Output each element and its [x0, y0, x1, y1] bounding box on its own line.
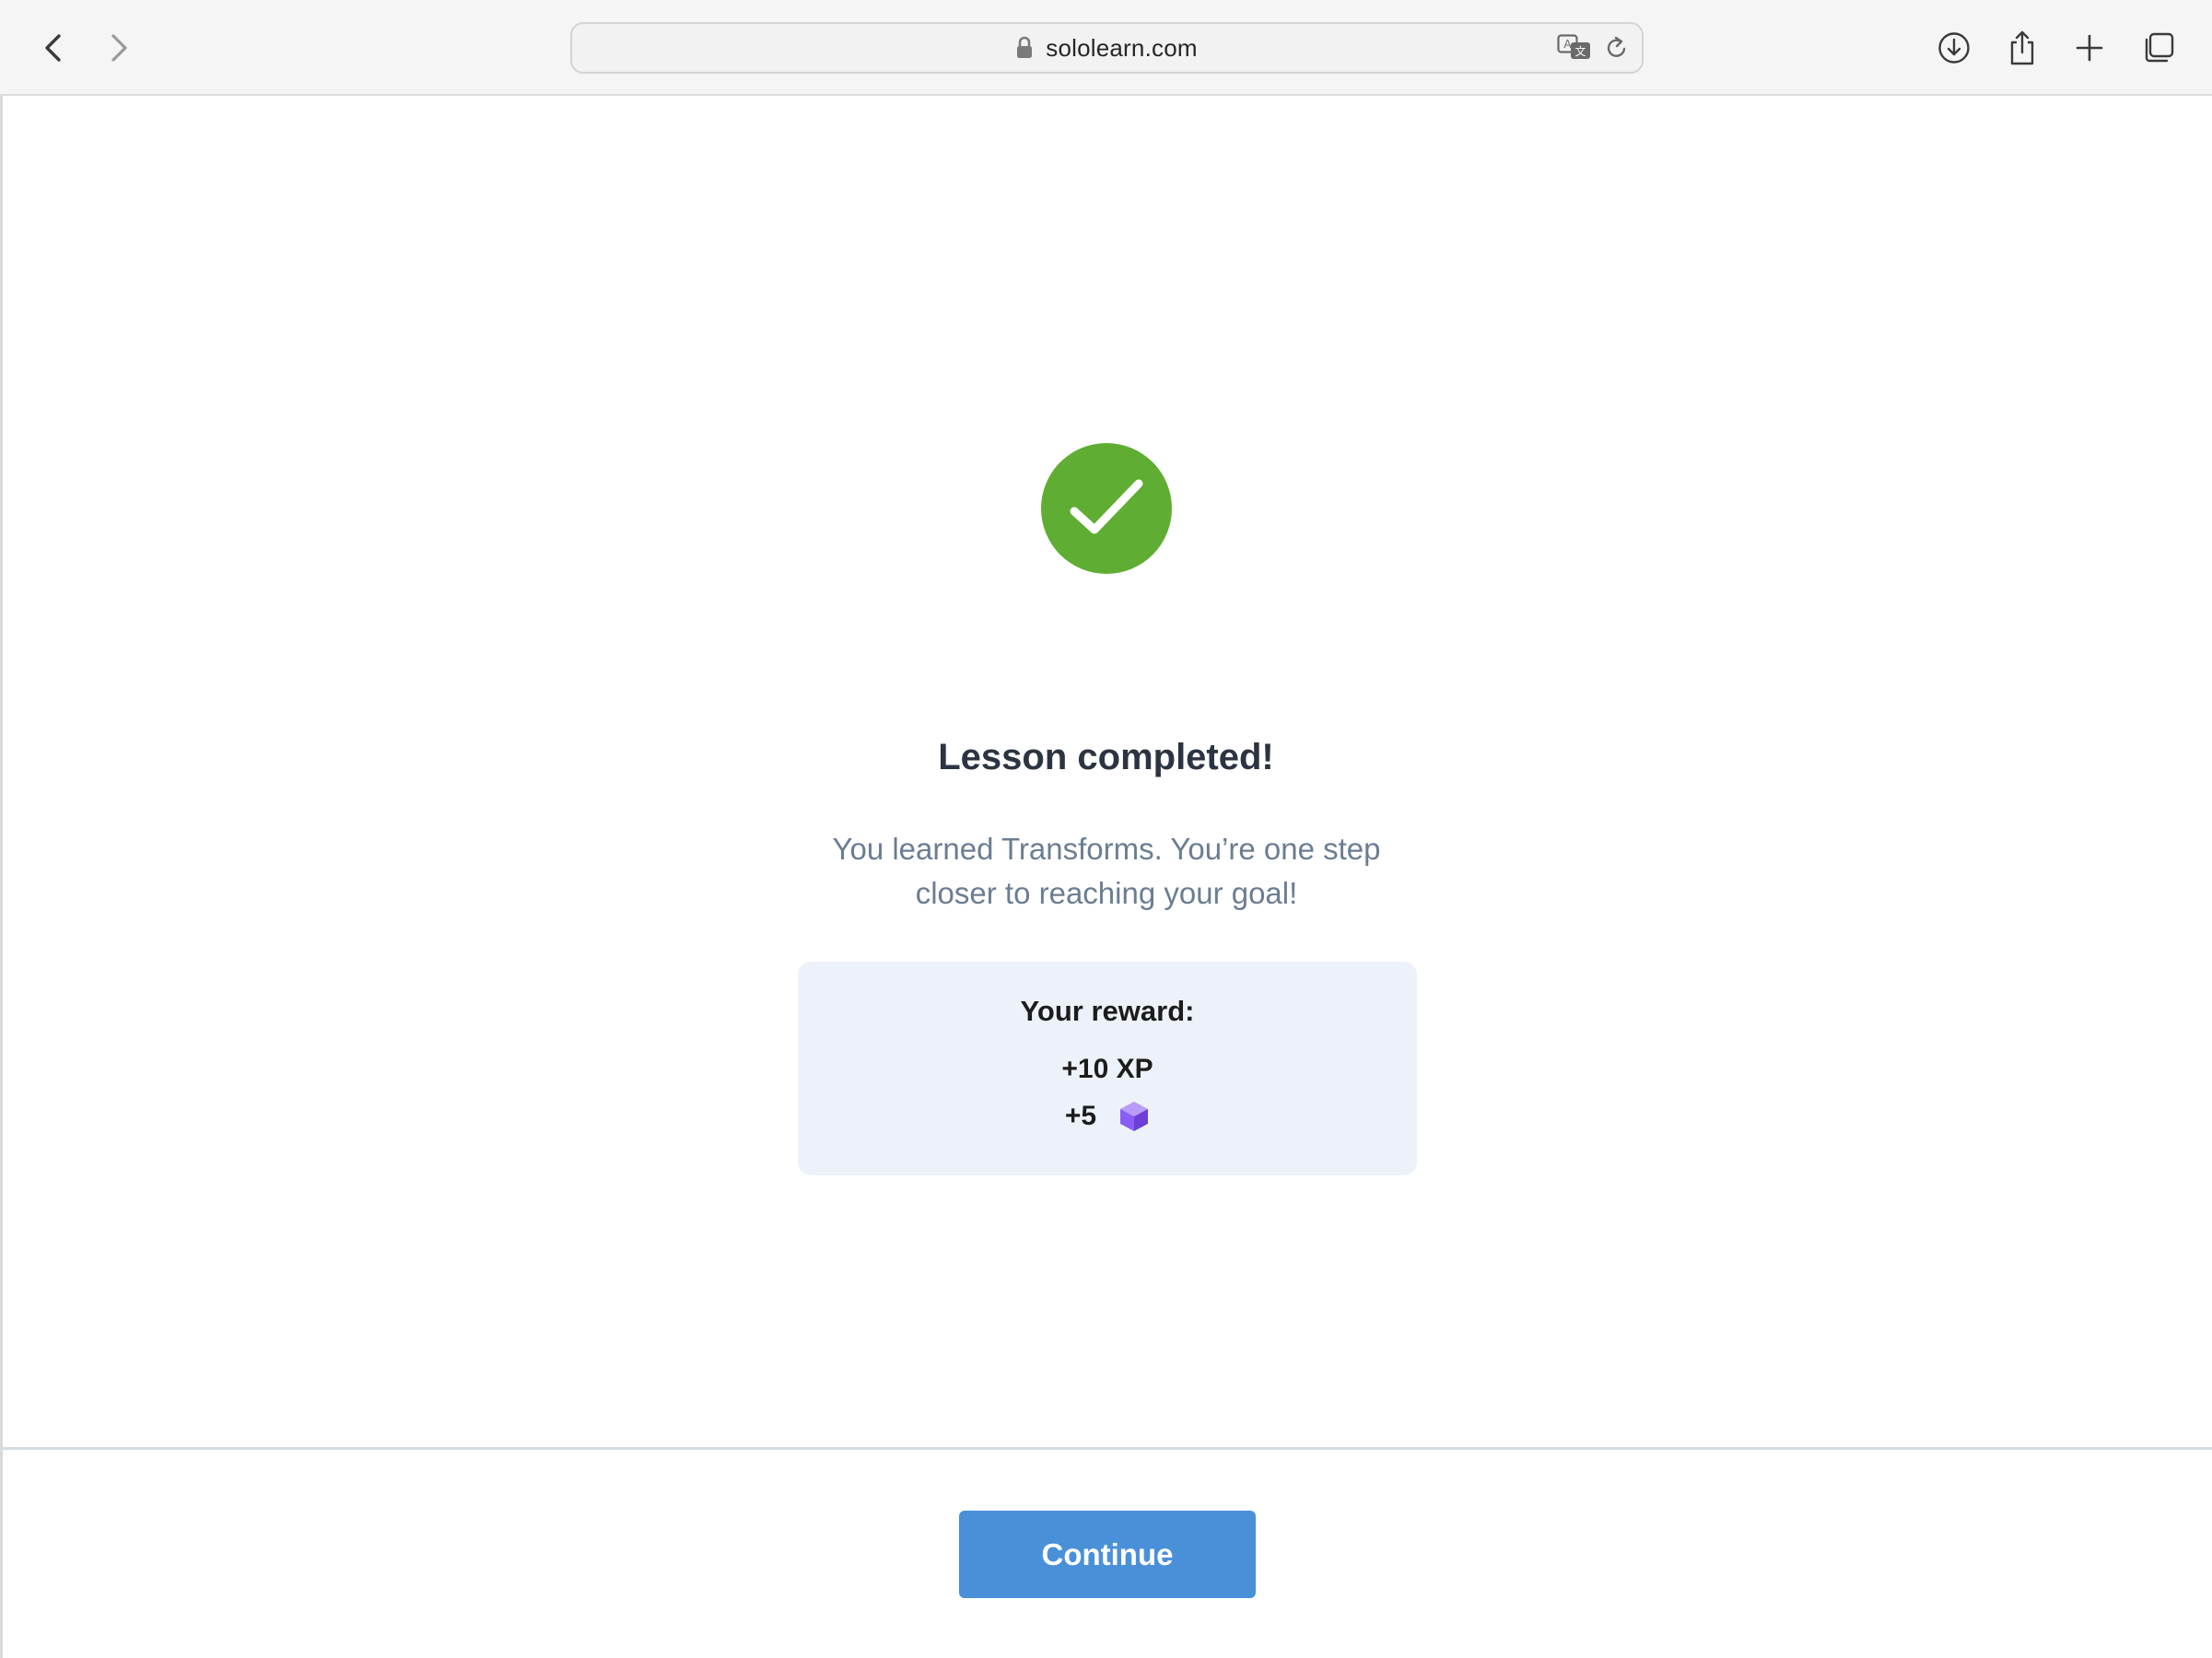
- checkmark-icon: [1070, 479, 1143, 534]
- window-edge: [0, 96, 3, 1658]
- chevron-left-icon: [45, 34, 61, 62]
- reload-icon[interactable]: [1605, 35, 1629, 61]
- reward-xp: +10 XP: [1061, 1054, 1153, 1084]
- reward-title: Your reward:: [1020, 995, 1195, 1027]
- share-button[interactable]: [1996, 22, 2048, 74]
- continue-button[interactable]: Continue: [959, 1511, 1256, 1598]
- reward-card: Your reward: +10 XP +5: [798, 962, 1417, 1175]
- forward-button[interactable]: [93, 22, 145, 74]
- svg-text:文: 文: [1574, 44, 1586, 58]
- url-text[interactable]: sololearn.com: [1046, 34, 1197, 63]
- tabs-overview-button[interactable]: [2133, 22, 2184, 74]
- reward-gems-value: +5: [1064, 1101, 1097, 1131]
- browser-toolbar: sololearn.com A 文: [0, 0, 2212, 96]
- gem-cube-icon: [1120, 1102, 1149, 1131]
- tabs-icon: [2145, 32, 2174, 63]
- completion-message: You learned Transforms. You’re one step …: [783, 827, 1430, 916]
- downloads-button[interactable]: [1928, 22, 1980, 74]
- chevron-right-icon: [111, 34, 127, 62]
- new-tab-button[interactable]: [2064, 22, 2115, 74]
- page-title: Lesson completed!: [938, 737, 1274, 777]
- reward-gems: +5: [798, 1100, 1417, 1133]
- share-icon: [2010, 30, 2034, 65]
- plus-icon: [2076, 34, 2103, 62]
- footer-divider: [3, 1447, 2212, 1450]
- success-badge: [1041, 443, 1172, 574]
- lock-icon: [1017, 36, 1033, 58]
- translate-icon[interactable]: A 文: [1557, 34, 1592, 62]
- back-button[interactable]: [28, 22, 79, 74]
- completion-message-line-2: closer to reaching your goal!: [915, 876, 1298, 910]
- download-icon: [1938, 32, 1970, 64]
- address-bar[interactable]: sololearn.com A 文: [570, 22, 1644, 74]
- completion-message-line-1: You learned Transforms. You’re one step: [832, 832, 1381, 866]
